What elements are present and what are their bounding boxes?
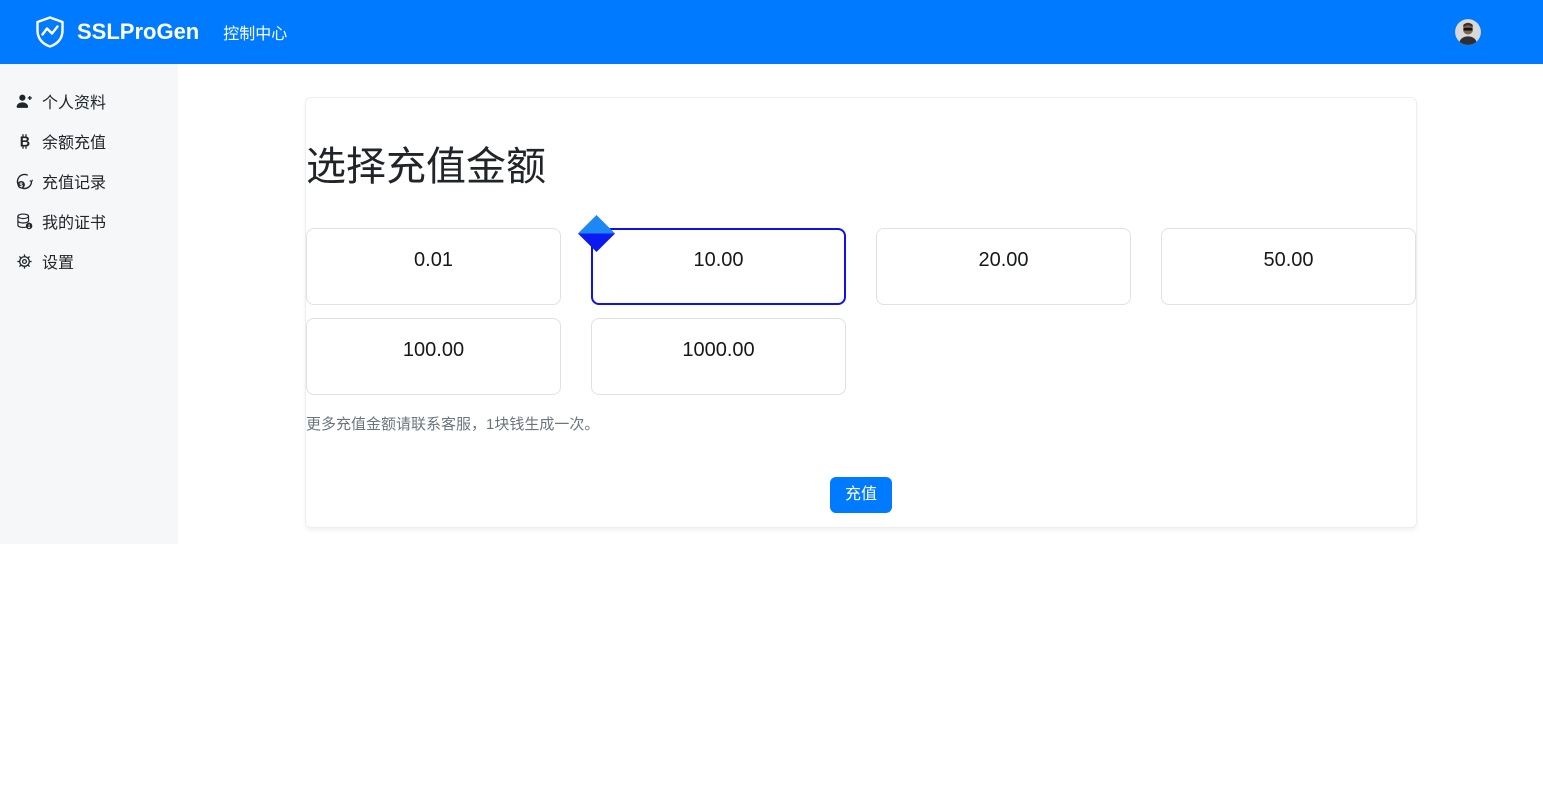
brand-name: SSLProGen	[77, 19, 199, 45]
top-navbar: SSLProGen 控制中心	[0, 0, 1543, 64]
amount-grid: 0.01 10.00 20.00 50.00 100.00	[306, 228, 1416, 395]
recharge-note: 更多充值金额请联系客服，1块钱生成一次。	[306, 413, 1416, 434]
bitcoin-icon: B	[16, 133, 33, 150]
sidebar-item-my-certificates[interactable]: 我的证书	[0, 201, 178, 241]
amount-value: 100.00	[403, 339, 464, 394]
sidebar-item-label: 我的证书	[42, 209, 106, 233]
amount-option-1[interactable]: 10.00	[591, 228, 846, 305]
amount-option-3[interactable]: 50.00	[1161, 228, 1416, 305]
sidebar-item-label: 余额充值	[42, 129, 106, 153]
amount-value: 50.00	[1263, 249, 1313, 304]
shield-logo-icon	[33, 15, 67, 49]
sidebar-item-profile[interactable]: 个人资料	[0, 81, 178, 121]
svg-text:B: B	[20, 134, 30, 150]
gear-icon	[16, 253, 33, 270]
sidebar-item-label: 设置	[42, 249, 74, 273]
amount-option-2[interactable]: 20.00	[876, 228, 1131, 305]
amount-option-0[interactable]: 0.01	[306, 228, 561, 305]
amount-option-4[interactable]: 100.00	[306, 318, 561, 395]
sidebar-item-label: 充值记录	[42, 169, 106, 193]
button-row: 充值	[306, 477, 1416, 513]
avatar-image	[1455, 19, 1481, 45]
page-title: 选择充值金额	[306, 144, 1416, 190]
cash-coin-icon: $	[16, 173, 33, 190]
recharge-button[interactable]: 充值	[830, 477, 892, 513]
amount-value: 20.00	[978, 249, 1028, 304]
nav-item-control-center[interactable]: 控制中心	[223, 20, 287, 44]
sidebar-item-balance-recharge[interactable]: B 余额充值	[0, 121, 178, 161]
sidebar: 个人资料 B 余额充值 $ 充值记录	[0, 64, 178, 544]
brand[interactable]: SSLProGen	[33, 15, 199, 49]
sidebar-item-recharge-records[interactable]: $ 充值记录	[0, 161, 178, 201]
sidebar-item-label: 个人资料	[42, 89, 106, 113]
recharge-card: 选择充值金额 0.01 10.00 20.00 50.00	[305, 97, 1417, 528]
amount-option-5[interactable]: 1000.00	[591, 318, 846, 395]
certificates-icon	[16, 213, 33, 230]
sidebar-item-settings[interactable]: 设置	[0, 241, 178, 281]
selected-diamond-icon	[577, 214, 616, 253]
user-avatar[interactable]	[1455, 19, 1481, 45]
amount-value: 0.01	[414, 249, 453, 304]
amount-value: 1000.00	[682, 339, 754, 394]
amount-value: 10.00	[693, 249, 743, 303]
person-plus-icon	[16, 93, 33, 110]
